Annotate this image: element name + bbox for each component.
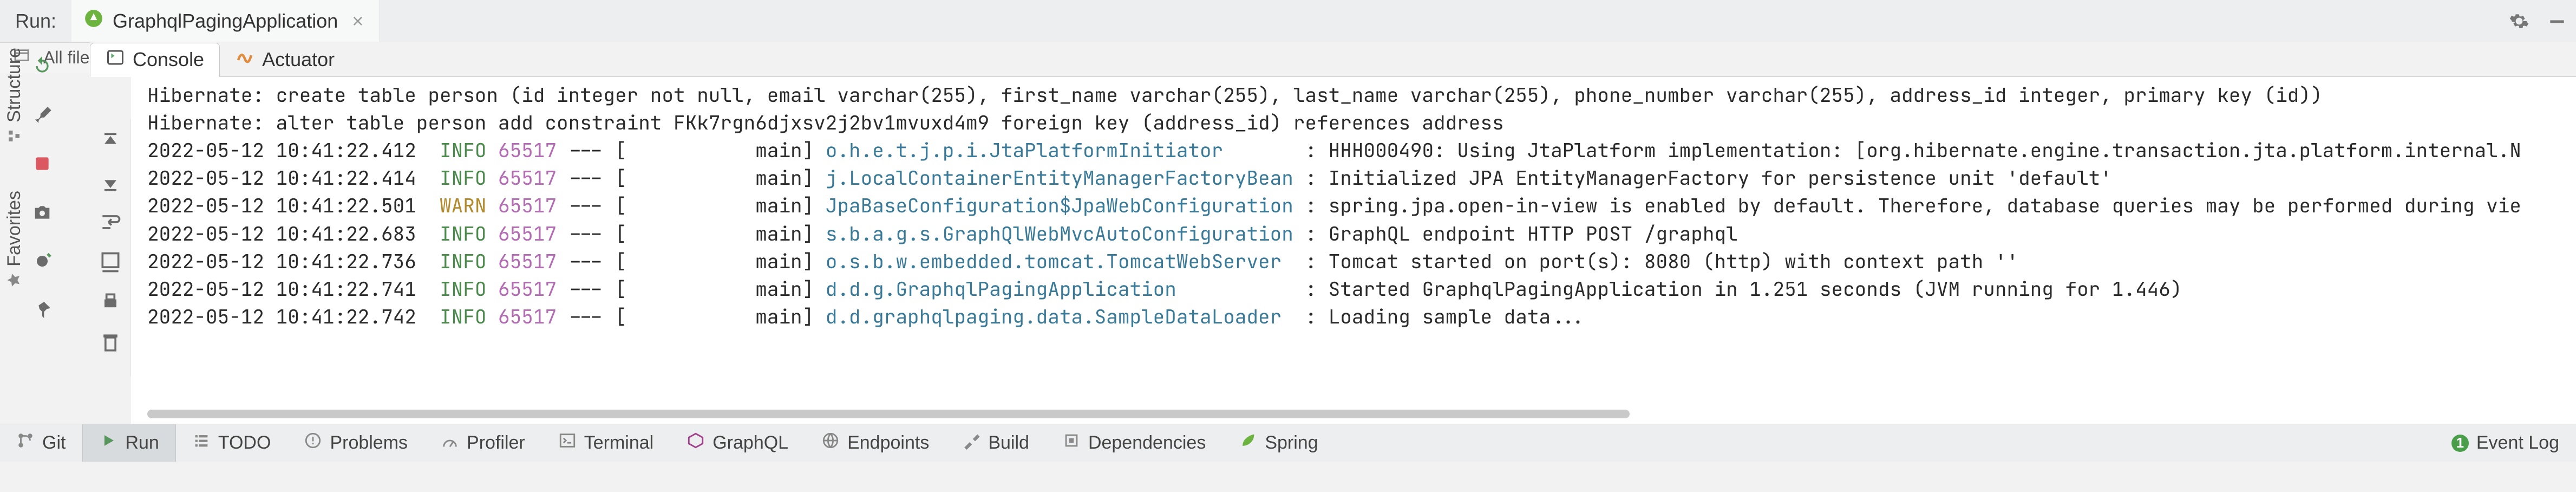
hammer-icon — [962, 431, 980, 455]
tool-spring[interactable]: Spring — [1222, 424, 1335, 462]
console-icon — [106, 48, 125, 72]
bottom-toolwindows-bar: Git Run TODO Problems Profiler Terminal … — [0, 424, 2576, 462]
tool-graphql-label: GraphQL — [712, 432, 788, 454]
tool-problems[interactable]: Problems — [287, 424, 424, 462]
tab-actuator-label: Actuator — [262, 48, 335, 71]
tool-event-log[interactable]: 1 Event Log — [2435, 424, 2576, 462]
tool-run[interactable]: Run — [82, 424, 175, 462]
git-branch-icon — [16, 431, 35, 455]
tab-actuator[interactable]: Actuator — [220, 42, 350, 76]
dependencies-icon — [1062, 431, 1081, 455]
log-line: 2022-05-12 10:41:22.412 INFO 65517 --- [… — [147, 137, 2576, 164]
soft-wrap-icon[interactable] — [99, 210, 122, 234]
print-icon[interactable] — [99, 290, 122, 314]
console-actions-column — [90, 119, 131, 376]
graphql-icon — [687, 431, 705, 455]
tool-run-label: Run — [125, 432, 159, 454]
tab-console[interactable]: Console — [90, 43, 220, 77]
console-output[interactable]: Hibernate: create table person (id integ… — [131, 77, 2576, 424]
log-line: Hibernate: alter table person add constr… — [147, 109, 2576, 137]
actuator-icon — [235, 47, 254, 72]
clear-icon[interactable] — [99, 331, 122, 354]
tool-endpoints-label: Endpoints — [847, 432, 929, 454]
tool-terminal[interactable]: Terminal — [542, 424, 670, 462]
log-line: 2022-05-12 10:41:22.736 INFO 65517 --- [… — [147, 248, 2576, 275]
tool-git-label: Git — [42, 432, 66, 454]
tool-endpoints[interactable]: Endpoints — [805, 424, 946, 462]
log-line: 2022-05-12 10:41:22.501 WARN 65517 --- [… — [147, 192, 2576, 219]
scroll-to-end-icon[interactable] — [99, 250, 122, 274]
todo-icon — [192, 431, 211, 455]
profiler-icon — [441, 431, 459, 455]
scroll-up-icon[interactable] — [99, 130, 122, 154]
tool-profiler-label: Profiler — [467, 432, 525, 454]
play-icon — [99, 431, 117, 455]
tool-git[interactable]: Git — [0, 424, 82, 462]
event-log-badge: 1 — [2451, 435, 2469, 452]
tab-console-label: Console — [133, 48, 204, 71]
scroll-down-icon[interactable] — [99, 170, 122, 194]
run-subtabs: Console Actuator — [90, 42, 2576, 77]
run-toolwindow-header: Run: GraphqlPagingApplication × — [0, 0, 2576, 42]
tool-build[interactable]: Build — [946, 424, 1046, 462]
run-config-name: GraphqlPagingApplication — [113, 10, 338, 33]
tool-profiler[interactable]: Profiler — [424, 424, 542, 462]
tool-dependencies-label: Dependencies — [1088, 432, 1206, 454]
tool-todo-label: TODO — [218, 432, 271, 454]
log-line: 2022-05-12 10:41:22.683 INFO 65517 --- [… — [147, 220, 2576, 248]
tool-problems-label: Problems — [330, 432, 408, 454]
run-body: Console Actuator Hibernate: create table… — [0, 42, 2576, 424]
log-line: Hibernate: create table person (id integ… — [147, 81, 2576, 109]
spring-boot-icon — [83, 8, 104, 34]
gear-icon[interactable] — [2500, 0, 2538, 42]
tool-event-log-label: Event Log — [2476, 432, 2559, 454]
tool-terminal-label: Terminal — [584, 432, 653, 454]
log-line: 2022-05-12 10:41:22.742 INFO 65517 --- [… — [147, 303, 2576, 331]
endpoints-icon — [821, 431, 840, 455]
tool-dependencies[interactable]: Dependencies — [1046, 424, 1222, 462]
log-line: 2022-05-12 10:41:22.741 INFO 65517 --- [… — [147, 275, 2576, 303]
spring-leaf-icon — [1239, 431, 1257, 455]
run-config-tab[interactable]: GraphqlPagingApplication × — [71, 0, 380, 42]
problems-icon — [304, 431, 322, 455]
minimize-icon[interactable] — [2538, 0, 2576, 42]
tool-todo[interactable]: TODO — [176, 424, 288, 462]
close-icon[interactable]: × — [352, 10, 363, 33]
terminal-icon — [558, 431, 577, 455]
log-line: 2022-05-12 10:41:22.414 INFO 65517 --- [… — [147, 164, 2576, 192]
tool-spring-label: Spring — [1265, 432, 1318, 454]
tool-build-label: Build — [988, 432, 1029, 454]
horizontal-scrollbar[interactable] — [147, 407, 2538, 420]
tool-graphql[interactable]: GraphQL — [670, 424, 805, 462]
